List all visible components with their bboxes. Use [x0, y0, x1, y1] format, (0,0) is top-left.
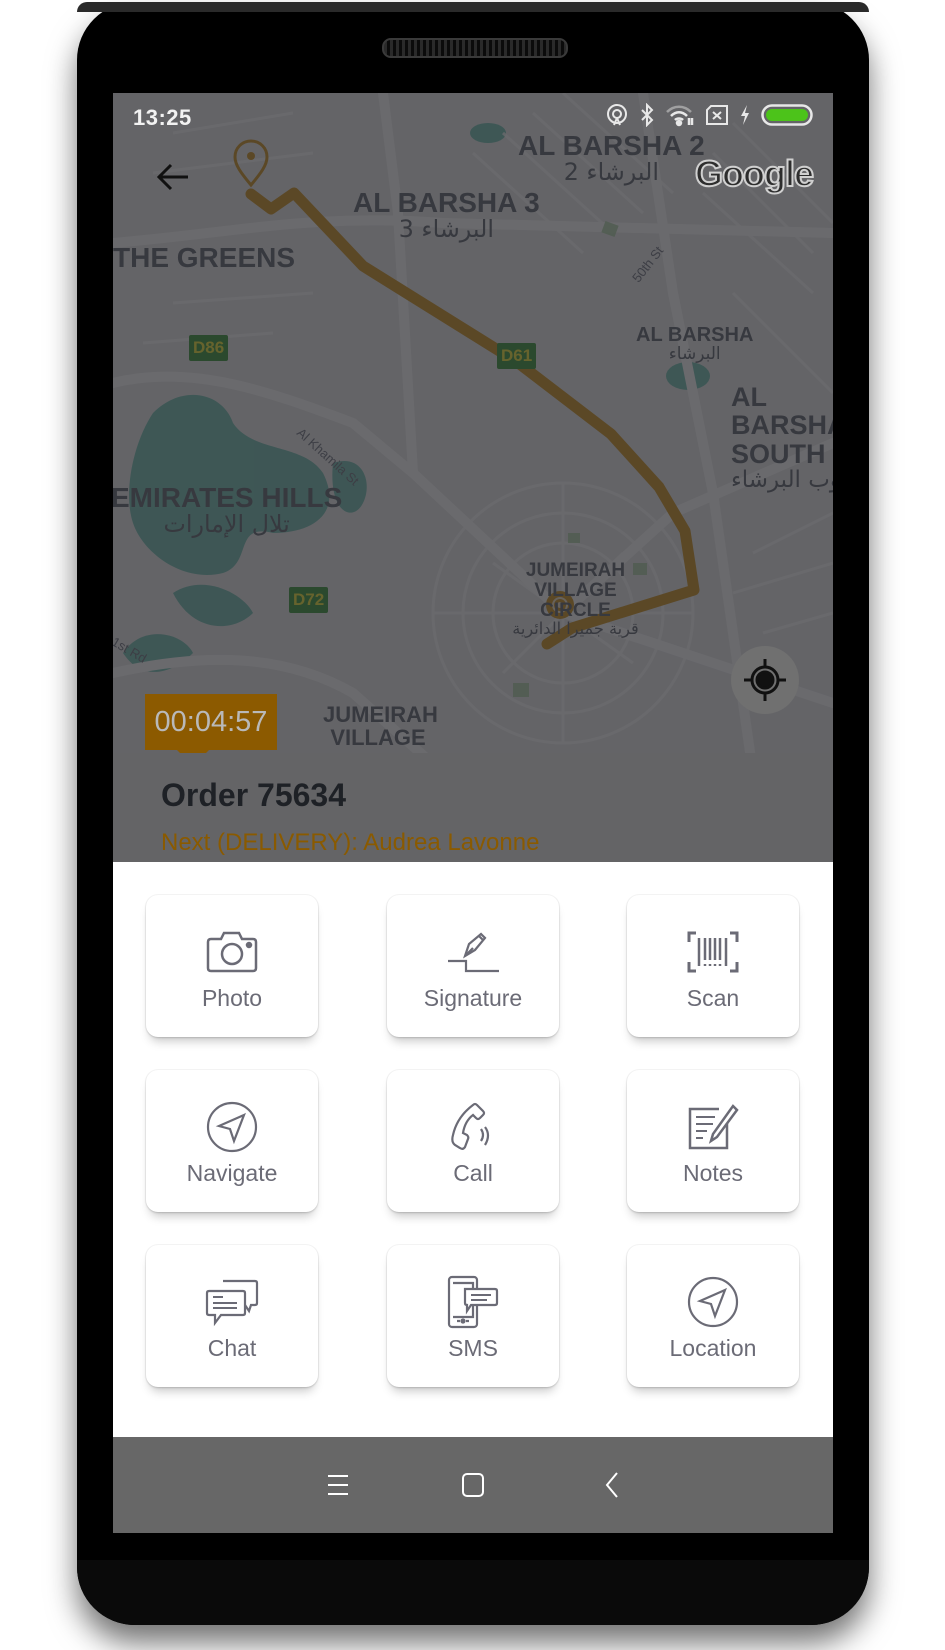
back-icon	[605, 1472, 618, 1498]
no-sim-icon	[705, 104, 729, 126]
navigate-icon	[204, 1101, 260, 1153]
order-panel: Order 75634 Next (DELIVERY): Audrea Lavo…	[113, 753, 833, 862]
action-label: Chat	[207, 1335, 257, 1361]
home-icon	[462, 1473, 484, 1497]
phone-icon	[445, 1102, 501, 1152]
action-sheet: Photo Signature Scan Navigate Call Notes…	[113, 862, 833, 1437]
status-time: 13:25	[133, 105, 192, 130]
screen: AL BARSHA 2 البرشاء 2 AL BARSHA 3 البرشا…	[113, 93, 833, 1533]
signature-button[interactable]: Signature	[387, 895, 559, 1037]
crosshair-icon	[744, 659, 786, 701]
action-label: Photo	[201, 985, 263, 1011]
notes-icon	[685, 1102, 741, 1152]
my-location-button[interactable]	[731, 646, 799, 714]
status-icons	[605, 103, 813, 127]
action-label: SMS	[448, 1335, 498, 1361]
location-arrow-icon	[685, 1276, 741, 1328]
next-stop-label: Next (DELIVERY): Audrea Lavonne	[161, 829, 540, 856]
phone-chin	[77, 1560, 869, 1625]
notes-button[interactable]: Notes	[627, 1070, 799, 1212]
home-button[interactable]	[453, 1465, 493, 1505]
phone-speaker	[382, 38, 568, 58]
photo-button[interactable]: Photo	[146, 895, 318, 1037]
signature-icon	[445, 927, 501, 977]
google-logo: Google	[694, 152, 815, 195]
action-label: Scan	[686, 985, 740, 1011]
action-label: Location	[669, 1335, 757, 1361]
navigate-button[interactable]: Navigate	[146, 1070, 318, 1212]
chat-icon	[204, 1277, 260, 1327]
scan-button[interactable]: Scan	[627, 895, 799, 1037]
location-button[interactable]: Location	[627, 1245, 799, 1387]
sms-icon	[445, 1275, 501, 1329]
menu-icon	[328, 1475, 348, 1495]
barcode-scan-icon	[685, 927, 741, 977]
call-button[interactable]: Call	[387, 1070, 559, 1212]
order-title: Order 75634	[161, 777, 347, 813]
battery-icon	[761, 104, 813, 126]
arrow-left-icon	[156, 163, 188, 191]
action-label: Notes	[682, 1160, 744, 1186]
hotspot-icon	[605, 103, 629, 127]
sms-button[interactable]: SMS	[387, 1245, 559, 1387]
system-nav-bar	[113, 1437, 833, 1533]
bluetooth-icon	[639, 103, 655, 127]
action-label: Call	[453, 1160, 493, 1186]
chat-button[interactable]: Chat	[146, 1245, 318, 1387]
charging-icon	[739, 104, 751, 126]
status-bar: 13:25	[113, 93, 833, 141]
back-button[interactable]	[151, 155, 195, 199]
back-nav-button[interactable]	[592, 1465, 632, 1505]
wifi-icon	[665, 103, 695, 127]
recents-button[interactable]	[318, 1465, 358, 1505]
phone-rim	[77, 2, 869, 12]
action-label: Navigate	[186, 1160, 278, 1186]
eta-timer: 00:04:57	[145, 694, 277, 750]
camera-icon	[204, 927, 260, 977]
action-label: Signature	[423, 985, 523, 1011]
